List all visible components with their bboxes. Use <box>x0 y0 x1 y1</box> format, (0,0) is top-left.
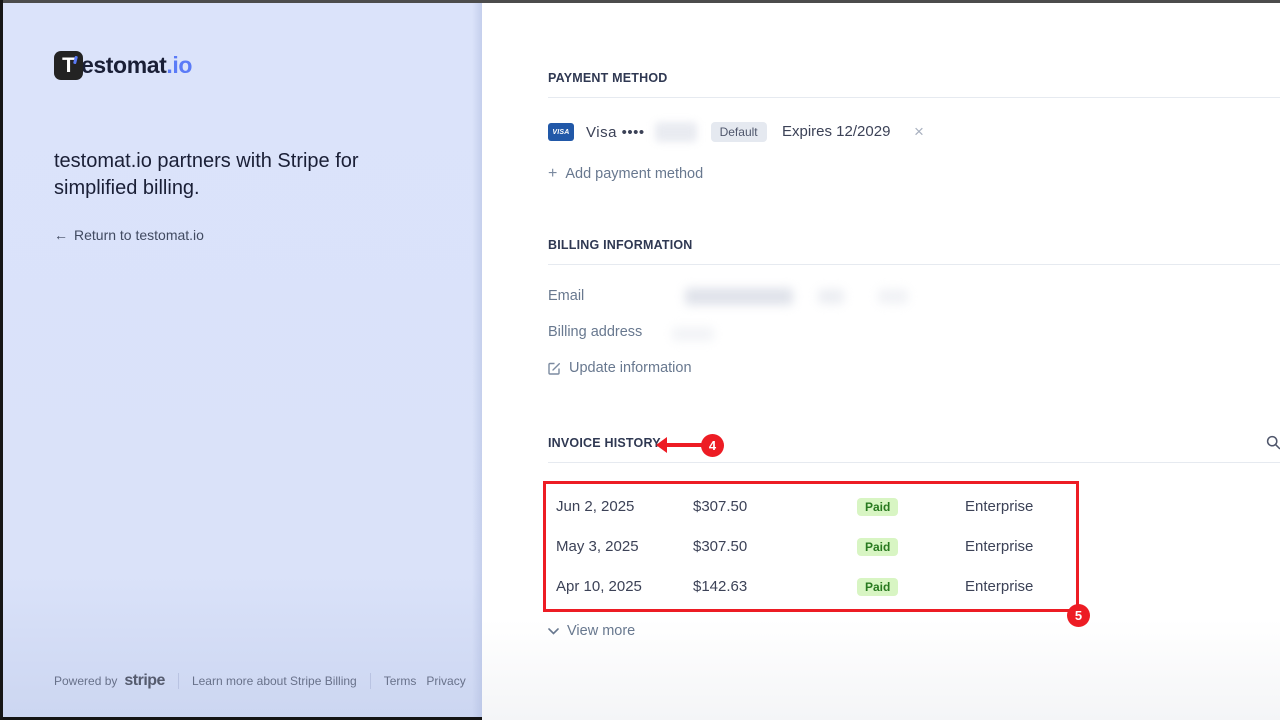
add-payment-method-button[interactable]: + Add payment method <box>548 165 703 183</box>
learn-more-link[interactable]: Learn more about Stripe Billing <box>192 674 357 688</box>
chevron-down-icon <box>548 628 559 635</box>
annotation-step-4: 4 <box>701 434 724 457</box>
invoice-amount: $307.50 <box>693 498 857 515</box>
update-information-button[interactable]: Update information <box>548 360 692 376</box>
default-badge: Default <box>711 122 767 142</box>
billing-address-label: Billing address <box>548 324 642 340</box>
payment-method-title: PAYMENT METHOD <box>548 71 667 85</box>
footer-divider <box>370 673 371 689</box>
view-more-label: View more <box>567 623 635 639</box>
billing-portal-page: T estomat.io testomat.io partners with S… <box>0 0 1280 720</box>
remove-card-icon[interactable]: × <box>914 122 924 142</box>
section-divider <box>548 462 1280 463</box>
paid-badge: Paid <box>857 578 898 596</box>
annotation-step-5: 5 <box>1067 604 1090 627</box>
logo-name: estomat <box>81 52 166 78</box>
powered-by-label: Powered by <box>54 674 117 688</box>
redacted-address <box>672 327 714 341</box>
redacted-email <box>878 289 908 304</box>
main-panel: PAYMENT METHOD VISA Visa •••• Default Ex… <box>482 0 1280 720</box>
section-divider <box>548 97 1280 98</box>
redacted-card-digits <box>655 122 697 142</box>
invoice-row[interactable]: Jun 2, 2025 $307.50 Paid Enterprise <box>556 495 1196 517</box>
visa-card-icon: VISA <box>548 123 574 141</box>
invoice-plan: Enterprise <box>965 538 1033 555</box>
frame-edge-top <box>0 0 1280 3</box>
redacted-email <box>685 288 793 305</box>
footer-divider <box>178 673 179 689</box>
logo-wordmark: estomat.io <box>81 52 192 79</box>
invoice-row[interactable]: Apr 10, 2025 $142.63 Paid Enterprise <box>556 575 1196 597</box>
logo-letter: T <box>62 55 75 76</box>
add-payment-method-label: Add payment method <box>565 166 703 182</box>
paid-badge: Paid <box>857 538 898 556</box>
plus-icon: + <box>548 165 557 183</box>
invoice-amount: $142.63 <box>693 578 857 595</box>
invoice-history-title: INVOICE HISTORY <box>548 436 661 450</box>
visa-logo-text: VISA <box>552 129 569 136</box>
partner-heading: testomat.io partners with Stripe for sim… <box>54 148 384 202</box>
testomat-logo: T estomat.io <box>54 51 192 80</box>
logo-accent-tick <box>73 56 78 64</box>
invoice-plan: Enterprise <box>965 498 1033 515</box>
paid-badge: Paid <box>857 498 898 516</box>
invoice-status: Paid <box>857 578 965 595</box>
search-icon[interactable] <box>1266 435 1280 455</box>
return-link-label: Return to testomat.io <box>74 227 204 243</box>
email-label: Email <box>548 288 584 304</box>
invoice-date: Apr 10, 2025 <box>556 578 693 595</box>
invoice-status: Paid <box>857 538 965 555</box>
view-more-button[interactable]: View more <box>548 623 635 639</box>
left-arrow-icon: ← <box>54 227 68 243</box>
edit-icon <box>548 362 561 375</box>
redacted-email <box>818 289 844 304</box>
stripe-logo: stripe <box>124 672 165 690</box>
invoice-date: Jun 2, 2025 <box>556 498 693 515</box>
logo-suffix: .io <box>166 52 192 78</box>
frame-edge-left <box>0 0 3 720</box>
terms-link[interactable]: Terms <box>384 674 417 688</box>
invoice-status: Paid <box>857 498 965 515</box>
invoice-date: May 3, 2025 <box>556 538 693 555</box>
annotation-arrowhead <box>656 437 667 453</box>
invoice-plan: Enterprise <box>965 578 1033 595</box>
section-divider <box>548 264 1280 265</box>
sidebar-footer: Powered by stripe Learn more about Strip… <box>54 672 466 690</box>
testomat-logo-mark: T <box>54 51 83 80</box>
return-link[interactable]: ← Return to testomat.io <box>54 227 204 243</box>
payment-method-row: VISA Visa •••• Default <box>548 121 767 143</box>
update-information-label: Update information <box>569 360 692 376</box>
billing-information-title: BILLING INFORMATION <box>548 238 693 252</box>
card-number-label: Visa •••• <box>586 124 645 141</box>
privacy-link[interactable]: Privacy <box>426 674 465 688</box>
sidebar: T estomat.io testomat.io partners with S… <box>0 0 482 720</box>
invoice-row[interactable]: May 3, 2025 $307.50 Paid Enterprise <box>556 535 1196 557</box>
invoice-amount: $307.50 <box>693 538 857 555</box>
annotation-arrow <box>666 443 706 447</box>
card-expiry: Expires 12/2029 <box>782 123 890 140</box>
